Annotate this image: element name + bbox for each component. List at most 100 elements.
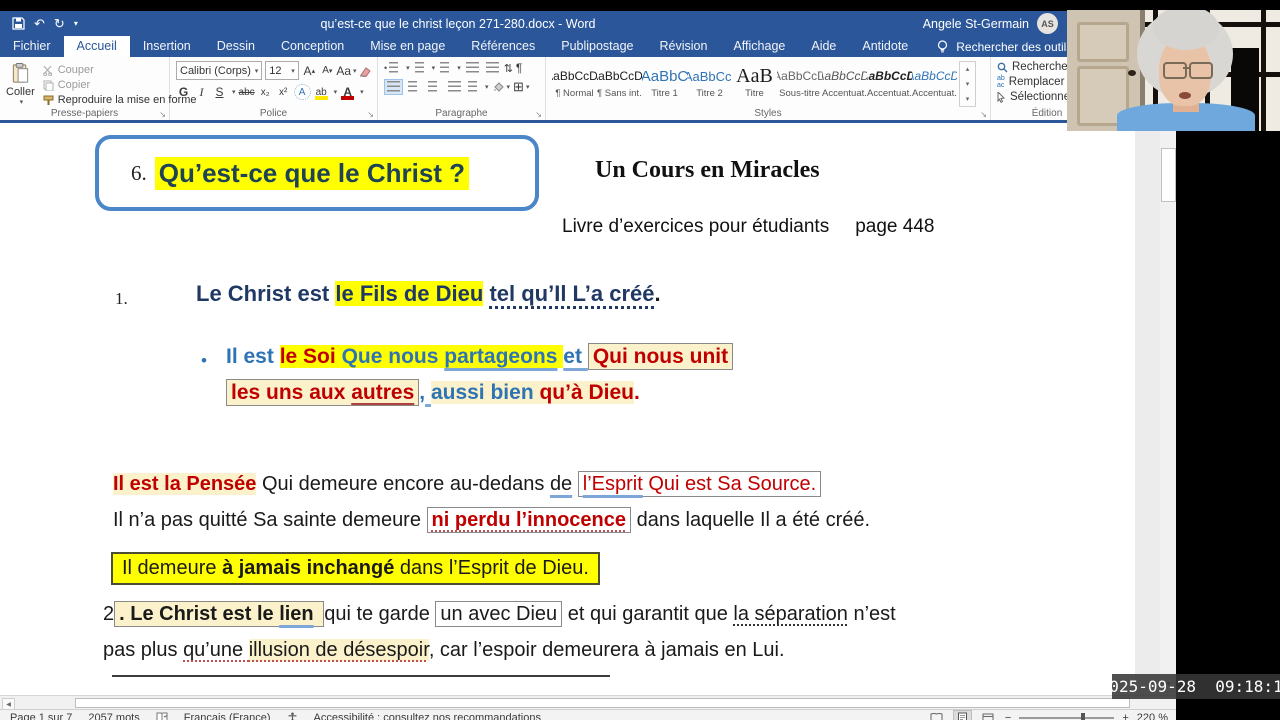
font-name-combo[interactable]: Calibri (Corps) ▾	[176, 61, 263, 80]
read-mode-button[interactable]	[928, 711, 945, 720]
paste-label: Coller	[6, 86, 35, 98]
style-sous-titre[interactable]: AaBbCcD Sous-titre	[777, 61, 822, 106]
shrink-font-button[interactable]: A ▾	[320, 63, 335, 79]
sort-button[interactable]: ⇅	[504, 62, 513, 75]
underline-button[interactable]: S	[212, 84, 227, 100]
style-titre-1[interactable]: AaBbC Titre 1	[642, 61, 687, 106]
page-margin-strip	[1135, 126, 1160, 695]
style-sample: AaBbCcDt	[867, 69, 912, 83]
text-highlight-button[interactable]: ab	[314, 84, 329, 100]
avatar[interactable]: AS	[1037, 13, 1058, 34]
clipboard-dialog-launcher[interactable]: ↘	[159, 110, 166, 119]
vertical-scrollbar-thumb[interactable]	[1161, 148, 1176, 202]
style-titre[interactable]: AaB Titre	[732, 61, 777, 106]
text-segment: Qui est Sa Source.	[642, 473, 817, 495]
style-sans-int[interactable]: AaBbCcDc ¶ Sans int...	[597, 61, 642, 106]
style-sample: AaBbC	[642, 67, 687, 85]
account-area[interactable]: Angele St-Germain AS	[923, 13, 1058, 34]
clear-formatting-button[interactable]	[358, 63, 373, 79]
language-indicator[interactable]: Français (France)	[184, 712, 271, 720]
book-subtitle: Livre d’exercices pour étudiants page 448	[562, 216, 934, 238]
bold-button[interactable]: G	[176, 84, 191, 100]
tab-conception[interactable]: Conception	[268, 36, 357, 57]
web-layout-button[interactable]	[980, 711, 997, 720]
tab-antidote[interactable]: Antidote	[849, 36, 921, 57]
style-accentuat[interactable]: AaBbCcDt Accentuat...	[867, 61, 912, 106]
styles-dialog-launcher[interactable]: ↘	[980, 110, 987, 119]
align-center-button[interactable]	[406, 80, 423, 94]
multilevel-list-button[interactable]: ▾	[438, 61, 461, 75]
justify-button[interactable]	[446, 80, 463, 94]
line-spacing-button[interactable]: ▾	[466, 80, 489, 94]
vertical-scrollbar[interactable]: ▼	[1160, 126, 1176, 695]
proofing-icon[interactable]	[156, 712, 168, 720]
tab-publipostage[interactable]: Publipostage	[548, 36, 646, 57]
accessibility-status[interactable]: Accessibilité : consultez nos recommanda…	[314, 712, 541, 720]
numbering-button[interactable]: ▾	[412, 61, 435, 75]
tab-affichage[interactable]: Affichage	[720, 36, 798, 57]
word-count[interactable]: 2057 mots	[88, 712, 139, 720]
bullet-marker: •	[201, 351, 207, 370]
styles-gallery-scroll[interactable]: ▴ ▾ ▾	[959, 61, 976, 107]
superscript-button[interactable]: x²	[276, 84, 291, 100]
font-color-caret-icon[interactable]: ▾	[360, 88, 364, 96]
decrease-indent-button[interactable]	[463, 61, 481, 75]
horizontal-scrollbar-thumb[interactable]	[75, 698, 1130, 708]
styles-scroll-up-icon[interactable]: ▴	[966, 65, 970, 73]
style-name: Titre	[745, 88, 764, 99]
style-normal[interactable]: AaBbCcDc ¶ Normal	[552, 61, 597, 106]
text-effects-button[interactable]: A	[293, 84, 311, 100]
align-left-button[interactable]	[384, 79, 403, 95]
shading-button[interactable]: ▾	[492, 81, 510, 93]
font-dialog-launcher[interactable]: ↘	[367, 110, 374, 119]
page-indicator[interactable]: Page 1 sur 7	[10, 712, 72, 720]
print-layout-icon	[957, 712, 967, 720]
font-color-button[interactable]: A	[340, 84, 355, 100]
paste-button[interactable]: Coller ▾	[6, 61, 35, 106]
strikethrough-button[interactable]: abc	[239, 84, 255, 100]
zoom-in-button[interactable]: +	[1122, 712, 1128, 720]
subscript-button[interactable]: x₂	[258, 84, 273, 100]
horizontal-scrollbar[interactable]: ◀	[0, 695, 1176, 710]
text-segment: autres	[351, 381, 415, 404]
tab-accueil[interactable]: Accueil	[63, 36, 130, 57]
bullets-button[interactable]: • ▾	[384, 61, 410, 75]
ribbon-tabs: Fichier Accueil Insertion Dessin Conception M…	[0, 36, 921, 57]
align-right-button[interactable]	[426, 80, 443, 94]
styles-more-icon[interactable]: ▾	[966, 95, 970, 103]
increase-indent-button[interactable]	[483, 61, 501, 75]
italic-button[interactable]: I	[194, 84, 209, 100]
zoom-out-button[interactable]: −	[1005, 712, 1011, 720]
tab-mise-en-page[interactable]: Mise en page	[357, 36, 458, 57]
zoom-slider[interactable]	[1019, 712, 1115, 720]
tab-références[interactable]: Références	[458, 36, 548, 57]
font-size-combo[interactable]: 12 ▾	[265, 61, 299, 80]
tab-insertion[interactable]: Insertion	[130, 36, 204, 57]
change-case-button[interactable]: Aa ▾	[336, 63, 356, 79]
paste-caret-icon[interactable]: ▾	[20, 98, 24, 106]
text-segment: les uns aux autres	[226, 379, 420, 406]
underline-caret-icon[interactable]: ▾	[232, 88, 236, 96]
show-paragraph-marks-button[interactable]: ¶	[516, 61, 522, 75]
style-accentuat[interactable]: AaBbCcDt Accentuat...	[912, 61, 957, 106]
document-page[interactable]: 6. Qu’est-ce que le Christ ? Un Cours en…	[0, 126, 1135, 695]
heading-number: 6.	[131, 160, 147, 185]
tab-fichier[interactable]: Fichier	[0, 36, 64, 57]
print-layout-button[interactable]	[952, 710, 972, 720]
grow-font-button[interactable]: A ▴	[302, 63, 317, 79]
tab-aide[interactable]: Aide	[798, 36, 849, 57]
web-layout-icon	[982, 713, 994, 720]
style-accentuat[interactable]: AaBbCcDt Accentuat...	[822, 61, 867, 106]
zoom-slider-thumb[interactable]	[1081, 712, 1086, 720]
status-bar: Page 1 sur 7 2057 mots Français (France)…	[0, 709, 1176, 720]
styles-scroll-down-icon[interactable]: ▾	[966, 80, 970, 88]
zoom-level[interactable]: 220 %	[1137, 712, 1168, 720]
borders-button[interactable]: ⊞ ▾	[513, 79, 529, 95]
text-segment: dans laquelle Il a été créé.	[631, 509, 871, 531]
tab-dessin[interactable]: Dessin	[204, 36, 268, 57]
style-titre-2[interactable]: AaBbCcI Titre 2	[687, 61, 732, 106]
highlight-caret-icon[interactable]: ▾	[334, 88, 338, 96]
paragraph-dialog-launcher[interactable]: ↘	[535, 110, 542, 119]
accessibility-icon	[288, 712, 297, 720]
tab-révision[interactable]: Révision	[647, 36, 721, 57]
